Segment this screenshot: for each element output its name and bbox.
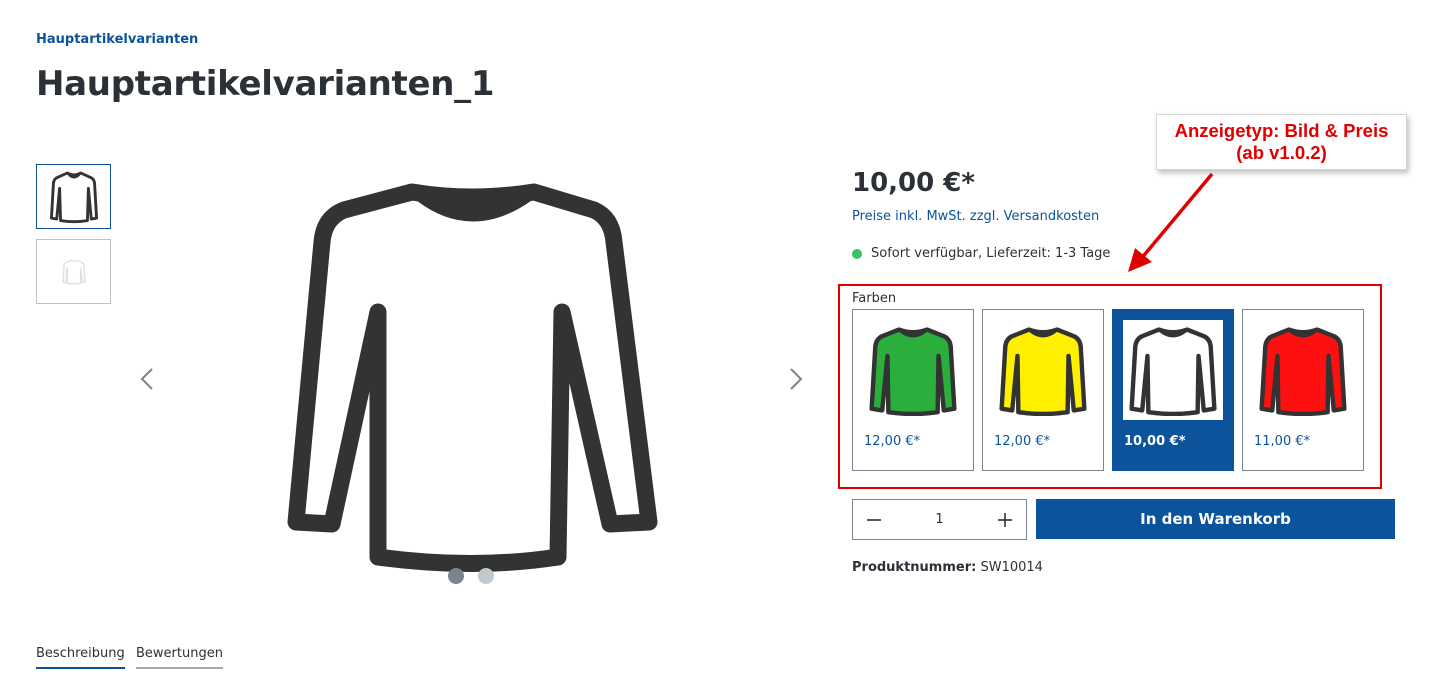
variant-option-green[interactable]: 12,00 €* bbox=[852, 309, 974, 471]
quantity-stepper bbox=[852, 499, 1027, 540]
product-number-value: SW10014 bbox=[980, 560, 1043, 575]
minus-icon bbox=[867, 518, 881, 521]
shirt-yellow-icon bbox=[999, 327, 1087, 416]
quantity-decrease-button[interactable] bbox=[853, 500, 895, 539]
shirt-green-icon bbox=[869, 327, 957, 416]
shirt-icon bbox=[61, 259, 86, 285]
variant-price: 12,00 €* bbox=[864, 434, 921, 449]
annotation-arrow-icon bbox=[1128, 172, 1214, 272]
variant-option-red[interactable]: 11,00 €* bbox=[1242, 309, 1364, 471]
availability-dot-icon bbox=[852, 248, 862, 259]
page-title: Hauptartikelvarianten_1 bbox=[36, 64, 495, 104]
delivery-status-text: Sofort verfügbar, Lieferzeit: 1-3 Tage bbox=[871, 246, 1111, 261]
variant-image bbox=[993, 320, 1093, 420]
chevron-left-icon bbox=[140, 368, 153, 390]
tab-description[interactable]: Beschreibung bbox=[36, 646, 125, 669]
variant-price: 11,00 €* bbox=[1254, 434, 1311, 449]
product-main-image bbox=[287, 183, 658, 572]
product-price: 10,00 €* bbox=[852, 168, 975, 198]
variant-image bbox=[1123, 320, 1223, 420]
tab-reviews[interactable]: Bewertungen bbox=[136, 646, 223, 669]
variant-option-white[interactable]: 10,00 €* bbox=[1112, 309, 1234, 471]
product-number-label: Produktnummer: bbox=[852, 560, 977, 575]
variant-option-yellow[interactable]: 12,00 €* bbox=[982, 309, 1104, 471]
shirt-red-icon bbox=[1259, 327, 1347, 416]
shirt-white-icon bbox=[1129, 327, 1217, 416]
gallery-prev-button[interactable] bbox=[132, 364, 162, 394]
annotation-line-1: Anzeigetyp: Bild & Preis bbox=[1174, 120, 1389, 141]
gallery-thumbnail-2[interactable] bbox=[36, 239, 111, 304]
gallery-thumbnail-1[interactable] bbox=[36, 164, 111, 229]
quantity-increase-button[interactable] bbox=[984, 500, 1026, 539]
gallery-dot-2[interactable] bbox=[478, 568, 494, 584]
delivery-status: Sofort verfügbar, Lieferzeit: 1-3 Tage bbox=[852, 246, 1110, 261]
annotation-line-2: (ab v1.0.2) bbox=[1236, 142, 1327, 163]
add-to-cart-button[interactable]: In den Warenkorb bbox=[1036, 499, 1395, 539]
annotation-callout: Anzeigetyp: Bild & Preis (ab v1.0.2) bbox=[1156, 114, 1407, 170]
product-number: Produktnummer: SW10014 bbox=[852, 560, 1043, 575]
variant-price: 10,00 €* bbox=[1124, 434, 1186, 449]
variant-image bbox=[863, 320, 963, 420]
shirt-icon bbox=[49, 171, 98, 223]
plus-icon bbox=[998, 512, 1012, 527]
quantity-input[interactable] bbox=[895, 500, 984, 539]
variant-price: 12,00 €* bbox=[994, 434, 1051, 449]
shipping-costs-link[interactable]: Preise inkl. MwSt. zzgl. Versandkosten bbox=[852, 209, 1099, 224]
gallery-next-button[interactable] bbox=[781, 364, 811, 394]
variant-image bbox=[1253, 320, 1353, 420]
gallery-dot-1[interactable] bbox=[448, 568, 464, 584]
variant-group-label: Farben bbox=[852, 291, 897, 306]
chevron-right-icon bbox=[790, 368, 803, 390]
breadcrumb[interactable]: Hauptartikelvarianten bbox=[36, 32, 198, 47]
